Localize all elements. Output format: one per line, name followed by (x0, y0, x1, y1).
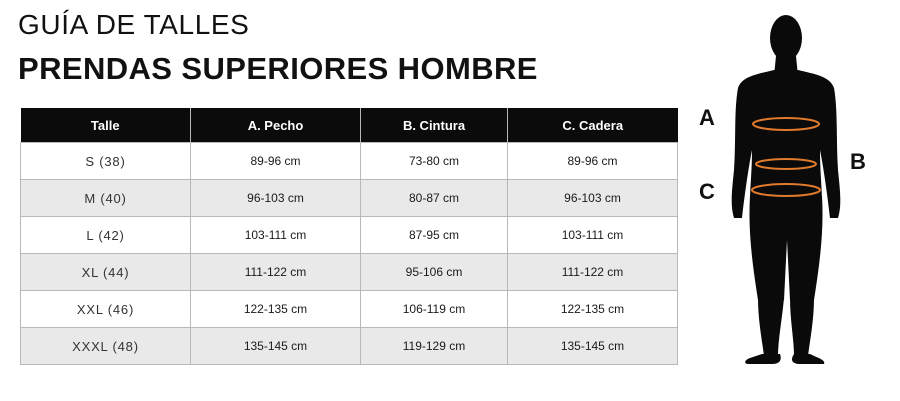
column-header-chest: A. Pecho (190, 108, 361, 143)
waist-cell: 73-80 cm (360, 142, 508, 180)
column-header-hip: C. Cadera (507, 108, 678, 143)
guide-title: GUÍA DE TALLES (18, 9, 250, 40)
measure-label-c: C (699, 179, 715, 204)
size-chart-table: Talle A. Pecho B. Cintura C. Cadera S (3… (20, 108, 678, 365)
table-header-row: Talle A. Pecho B. Cintura C. Cadera (20, 108, 678, 143)
male-silhouette-icon (731, 15, 841, 364)
table-row: S (38) 89-96 cm 73-80 cm 89-96 cm (20, 142, 678, 180)
hip-cell: 111-122 cm (507, 253, 678, 291)
table-row: XL (44) 111-122 cm 95-106 cm 111-122 cm (20, 253, 678, 291)
guide-subtitle: PRENDAS SUPERIORES HOMBRE (18, 51, 538, 86)
waist-cell: 95-106 cm (360, 253, 508, 291)
column-header-waist: B. Cintura (360, 108, 508, 143)
chest-cell: 96-103 cm (190, 179, 361, 217)
size-cell: XXXL (48) (20, 327, 191, 365)
table-row: XXXL (48) 135-145 cm 119-129 cm 135-145 … (20, 327, 678, 365)
size-cell: XXL (46) (20, 290, 191, 328)
waist-cell: 80-87 cm (360, 179, 508, 217)
size-cell: M (40) (20, 179, 191, 217)
body-measurement-figure: A B C (690, 0, 900, 401)
waist-cell: 119-129 cm (360, 327, 508, 365)
size-cell: S (38) (20, 142, 191, 180)
table-row: L (42) 103-111 cm 87-95 cm 103-111 cm (20, 216, 678, 254)
chest-cell: 122-135 cm (190, 290, 361, 328)
silhouette-shape (731, 15, 841, 364)
hip-cell: 122-135 cm (507, 290, 678, 328)
table-row: XXL (46) 122-135 cm 106-119 cm 122-135 c… (20, 290, 678, 328)
chest-cell: 103-111 cm (190, 216, 361, 254)
column-header-size: Talle (20, 108, 191, 143)
waist-cell: 87-95 cm (360, 216, 508, 254)
hip-cell: 103-111 cm (507, 216, 678, 254)
size-cell: XL (44) (20, 253, 191, 291)
table-row: M (40) 96-103 cm 80-87 cm 96-103 cm (20, 179, 678, 217)
size-cell: L (42) (20, 216, 191, 254)
waist-cell: 106-119 cm (360, 290, 508, 328)
hip-cell: 89-96 cm (507, 142, 678, 180)
hip-cell: 135-145 cm (507, 327, 678, 365)
hip-cell: 96-103 cm (507, 179, 678, 217)
chest-cell: 135-145 cm (190, 327, 361, 365)
measure-label-b: B (850, 149, 866, 174)
measure-label-a: A (699, 105, 715, 130)
chest-cell: 111-122 cm (190, 253, 361, 291)
chest-cell: 89-96 cm (190, 142, 361, 180)
